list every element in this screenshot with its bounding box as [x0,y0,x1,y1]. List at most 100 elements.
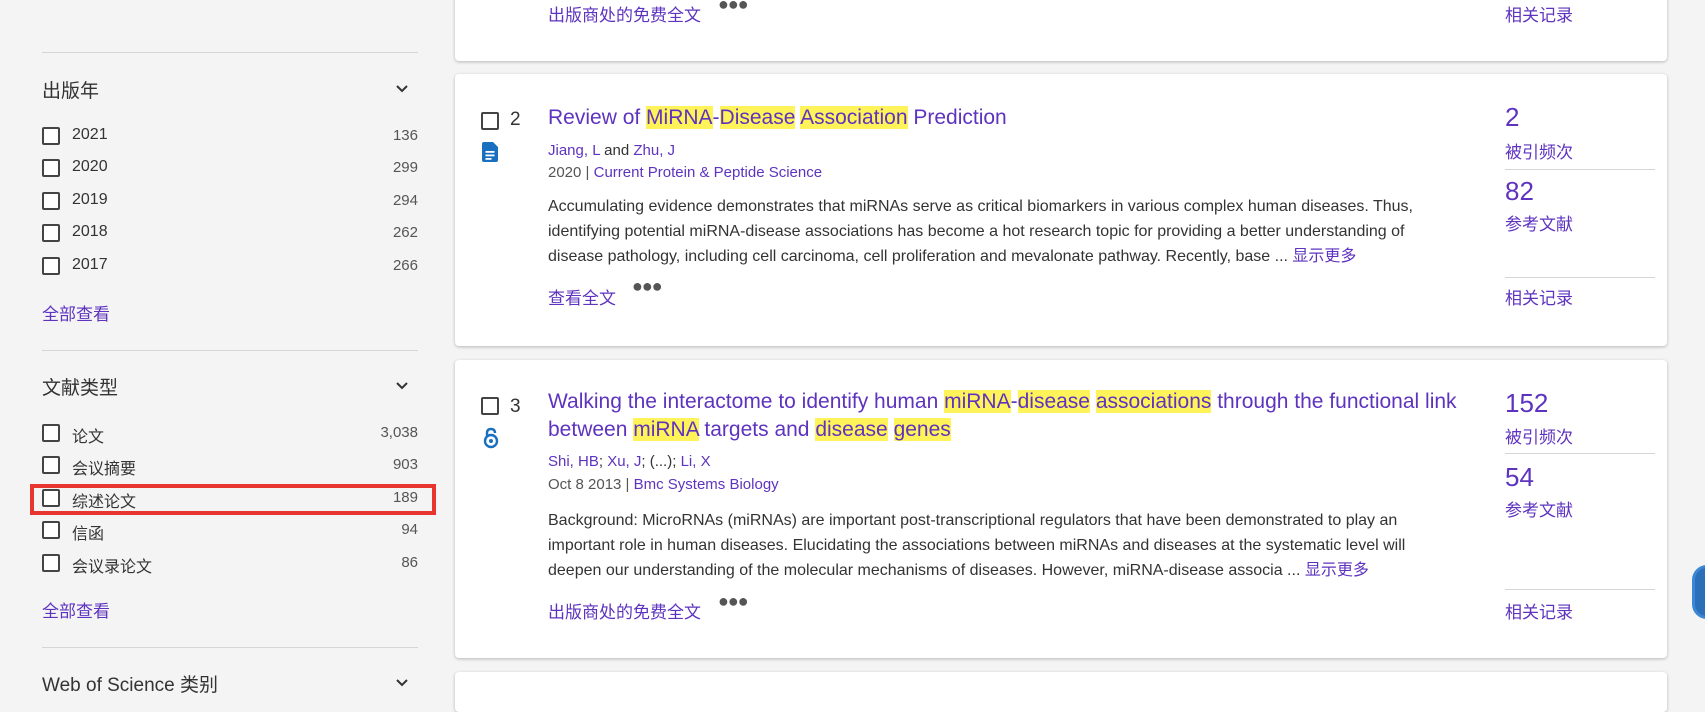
show-more-link[interactable]: 显示更多 [1305,562,1369,579]
author-separator: and [599,142,634,159]
assistant-avatar[interactable] [1692,565,1705,619]
title-text: targets and [698,418,816,441]
result-checkbox[interactable] [481,397,499,415]
result-number: 3 [510,396,521,417]
title-highlight: miRNA [633,418,699,441]
checkbox[interactable] [42,456,60,474]
references-count[interactable]: 82 [1505,176,1534,207]
facet-label: 信函 [72,526,105,543]
checkbox[interactable] [42,521,60,539]
author-separator: ; [598,453,608,470]
references-count[interactable]: 54 [1505,462,1534,493]
metric-divider [1505,169,1655,170]
facet-item-2017[interactable]: 2017 266 [42,255,418,281]
title-text: - [712,106,720,129]
author-link[interactable]: Jiang, L [548,142,600,159]
journal-link[interactable]: Bmc Systems Biology [634,476,779,493]
result-title-link[interactable]: Walking the interactome to identify huma… [548,388,1478,444]
facet-item-meeting-abstract[interactable]: 会议摘要 903 [42,454,418,480]
author-link[interactable]: Zhu, J [633,142,675,159]
see-all-link-pub-year[interactable]: 全部查看 [42,300,110,325]
annotation-highlight-box [30,484,436,515]
chevron-down-icon[interactable] [395,379,409,393]
related-records-link[interactable]: 相关记录 [1505,284,1573,309]
checkbox[interactable] [42,127,60,145]
metric-divider [1505,277,1655,278]
facet-label: 会议录论文 [72,559,153,576]
title-highlight: associations [1095,390,1212,413]
result-card-2: 2 Review of MiRNA-Disease Association Pr… [455,74,1667,346]
free-fulltext-link[interactable]: 出版商处的免费全文 [548,1,701,26]
checkbox[interactable] [42,192,60,210]
facet-count: 262 [392,224,418,241]
abstract-snippet: Background: MicroRNAs (miRNAs) are impor… [548,508,1448,583]
checkbox[interactable] [42,257,60,275]
title-text: - [1010,390,1018,413]
author-link[interactable]: Xu, J [607,453,641,470]
journal-link[interactable]: Current Protein & Peptide Science [594,164,822,181]
title-text: Review of [548,106,647,129]
publication-info: Oct 8 2013 | Bmc Systems Biology [548,476,779,493]
facet-item-letter[interactable]: 信函 94 [42,519,418,545]
abstract-snippet: Accumulating evidence demonstrates that … [548,194,1448,269]
open-access-icon [483,427,499,449]
show-more-link[interactable]: 显示更多 [1292,248,1356,265]
more-options-icon[interactable]: ●●● [718,591,749,612]
free-fulltext-link[interactable]: 出版商处的免费全文 [548,598,701,623]
chevron-down-icon[interactable] [395,676,409,690]
metric-divider [1505,453,1655,454]
facet-item-2019[interactable]: 2019 294 [42,190,418,216]
facet-label: 2021 [72,126,108,143]
title-highlight: miRNA [944,390,1011,413]
times-cited-count[interactable]: 152 [1505,388,1548,419]
more-options-icon[interactable]: ●●● [718,0,749,15]
title-highlight: Association [800,106,908,129]
title-highlight: disease [815,418,888,441]
facet-count: 86 [401,554,418,571]
facet-label: 2019 [72,191,108,208]
facet-item-2020[interactable]: 2020 299 [42,157,418,183]
pub-date: Oct 8 2013 [548,476,622,493]
result-checkbox[interactable] [481,112,499,130]
facet-count: 3,038 [380,424,418,441]
checkbox[interactable] [42,554,60,572]
related-records-link[interactable]: 相关记录 [1505,1,1573,26]
references-label: 参考文献 [1505,501,1573,520]
see-all-link-doc-type[interactable]: 全部查看 [42,597,110,622]
title-highlight: Disease [719,106,796,129]
checkbox[interactable] [42,424,60,442]
chevron-down-icon[interactable] [395,82,409,96]
result-card-next [455,672,1667,712]
result-card-prev: 出版商处的免费全文 ●●● 相关记录 [455,0,1667,61]
author-link[interactable]: Li, X [681,453,711,470]
abstract-text: Background: MicroRNAs (miRNAs) are impor… [548,512,1406,579]
facet-item-2018[interactable]: 2018 262 [42,222,418,248]
times-cited-label: 被引频次 [1505,143,1573,162]
facet-label: 2017 [72,256,108,273]
facet-title-doc-type[interactable]: 文献类型 [42,373,118,400]
checkbox[interactable] [42,224,60,242]
facet-title-pub-year[interactable]: 出版年 [42,76,99,103]
author-separator: ; (...); [641,453,681,470]
related-records-link[interactable]: 相关记录 [1505,598,1573,623]
divider [42,52,418,53]
title-text [1090,390,1096,413]
facet-count: 903 [392,456,418,473]
result-title-link[interactable]: Review of MiRNA-Disease Association Pred… [548,104,1478,132]
facet-item-proceedings-paper[interactable]: 会议录论文 86 [42,552,418,578]
view-fulltext-link[interactable]: 查看全文 [548,284,616,309]
facet-item-article[interactable]: 论文 3,038 [42,422,418,448]
author-list: Jiang, L and Zhu, J [548,142,675,159]
more-options-icon[interactable]: ●●● [632,276,663,297]
facet-item-2021[interactable]: 2021 136 [42,125,418,151]
document-icon [482,142,498,162]
facet-label: 会议摘要 [72,461,137,478]
author-link[interactable]: Shi, HB [548,453,599,470]
title-highlight: disease [1017,390,1090,413]
times-cited-count[interactable]: 2 [1505,102,1519,133]
times-cited-label: 被引频次 [1505,428,1573,447]
checkbox[interactable] [42,159,60,177]
publication-info: 2020 | Current Protein & Peptide Science [548,164,823,181]
title-text: Prediction [907,106,1007,129]
facet-label: 2020 [72,158,108,175]
